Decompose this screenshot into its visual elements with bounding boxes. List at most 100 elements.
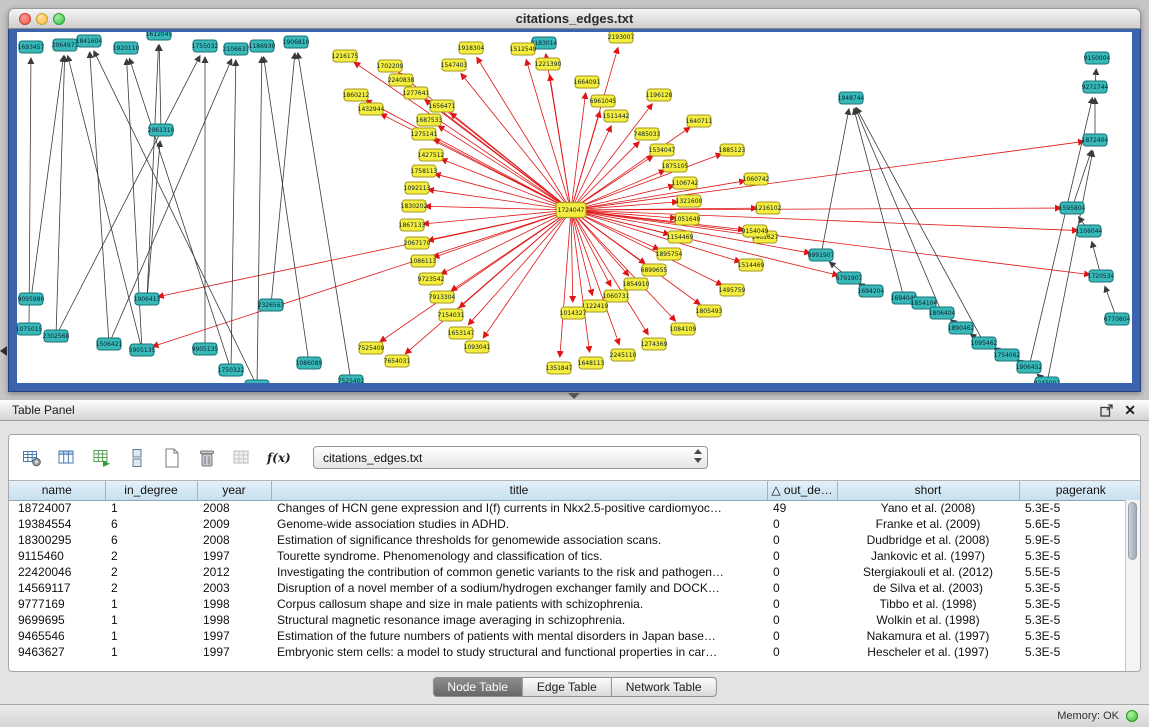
cell-pagerank[interactable]: 5.3E-5 bbox=[1019, 580, 1141, 596]
cell-pagerank[interactable]: 5.9E-5 bbox=[1019, 532, 1141, 548]
graph-node[interactable]: 7913304 bbox=[429, 291, 456, 303]
graph-edge[interactable] bbox=[354, 62, 571, 210]
graph-node[interactable]: 1086113 bbox=[410, 255, 437, 267]
graph-node[interactable]: 1427512 bbox=[418, 149, 445, 161]
graph-node[interactable]: 1277641 bbox=[403, 87, 430, 99]
cell-short[interactable]: de Silva et al. (2003) bbox=[837, 580, 1019, 596]
cell-in_degree[interactable]: 1 bbox=[105, 596, 197, 612]
float-panel-icon[interactable] bbox=[1100, 404, 1113, 417]
cell-title[interactable]: Disruption of a novel member of a sodium… bbox=[271, 580, 767, 596]
cell-short[interactable]: Stergiakouli et al. (2012) bbox=[837, 564, 1019, 580]
graph-node[interactable]: 1806404 bbox=[929, 307, 956, 319]
cell-title[interactable]: Investigating the contribution of common… bbox=[271, 564, 767, 580]
cell-pagerank[interactable]: 5.3E-5 bbox=[1019, 596, 1141, 612]
graph-node[interactable]: 2302568 bbox=[43, 330, 70, 342]
graph-node[interactable]: 7654031 bbox=[384, 355, 411, 367]
graph-node[interactable]: 1495759 bbox=[719, 284, 746, 296]
cell-out_degree[interactable]: 0 bbox=[767, 548, 837, 564]
graph-edge[interactable] bbox=[571, 93, 586, 210]
cell-pagerank[interactable]: 5.3E-5 bbox=[1019, 628, 1141, 644]
table-row[interactable]: 1830029562008Estimation of significance … bbox=[9, 532, 1141, 548]
cell-pagerank[interactable]: 5.6E-5 bbox=[1019, 516, 1141, 532]
graph-edge[interactable] bbox=[29, 58, 31, 329]
cell-in_degree[interactable]: 6 bbox=[105, 516, 197, 532]
graph-edge[interactable] bbox=[425, 100, 571, 210]
cell-year[interactable]: 1997 bbox=[197, 644, 271, 660]
graph-node[interactable]: 7525409 bbox=[358, 342, 385, 354]
cell-pagerank[interactable]: 5.5E-5 bbox=[1019, 564, 1141, 580]
graph-node[interactable]: 1093041 bbox=[464, 341, 491, 353]
close-panel-icon[interactable]: ✕ bbox=[1124, 400, 1136, 420]
cell-year[interactable]: 1997 bbox=[197, 628, 271, 644]
cell-year[interactable]: 2003 bbox=[197, 580, 271, 596]
graph-node[interactable]: 1885123 bbox=[719, 144, 746, 156]
cell-year[interactable]: 2008 bbox=[197, 500, 271, 516]
graph-node[interactable]: 1664091 bbox=[574, 76, 601, 88]
table-row[interactable]: 1938455462009Genome-wide association stu… bbox=[9, 516, 1141, 532]
graph-node[interactable]: 9095980 bbox=[18, 293, 45, 305]
cell-out_degree[interactable]: 0 bbox=[767, 516, 837, 532]
cell-name[interactable]: 22420046 bbox=[9, 564, 105, 580]
graph-node[interactable]: 6770804 bbox=[1104, 313, 1131, 325]
network-window-titlebar[interactable]: citations_edges.txt bbox=[8, 8, 1141, 29]
graph-node[interactable]: 9150004 bbox=[1084, 52, 1111, 64]
graph-node[interactable]: 1196128 bbox=[646, 89, 673, 101]
merge-table-button-disabled[interactable] bbox=[229, 445, 255, 471]
graph-node[interactable]: 1687533 bbox=[416, 114, 443, 126]
show-columns-button[interactable] bbox=[54, 445, 80, 471]
graph-edge[interactable] bbox=[298, 53, 351, 381]
graph-edge[interactable] bbox=[438, 126, 571, 210]
graph-node[interactable]: 1595804 bbox=[1059, 202, 1086, 214]
graph-node[interactable]: 1890462 bbox=[948, 322, 975, 334]
graph-edge[interactable] bbox=[264, 57, 309, 363]
cell-title[interactable]: Tourette syndrome. Phenomenology and cla… bbox=[271, 548, 767, 564]
graph-edge[interactable] bbox=[526, 60, 571, 210]
cell-name[interactable]: 9777169 bbox=[9, 596, 105, 612]
cell-title[interactable]: Corpus callosum shape and size in male p… bbox=[271, 596, 767, 612]
new-table-button[interactable] bbox=[159, 445, 185, 471]
cell-name[interactable]: 19384554 bbox=[9, 516, 105, 532]
graph-node[interactable]: 1694204 bbox=[858, 285, 885, 297]
graph-node[interactable]: 1693457 bbox=[18, 41, 45, 53]
graph-node[interactable]: 1860212 bbox=[343, 89, 370, 101]
cell-name[interactable]: 14569117 bbox=[9, 580, 105, 596]
cell-title[interactable]: Estimation of the future numbers of pati… bbox=[271, 628, 767, 644]
cell-out_degree[interactable]: 0 bbox=[767, 580, 837, 596]
row-height-button[interactable] bbox=[124, 445, 150, 471]
cell-short[interactable]: Franke et al. (2009) bbox=[837, 516, 1019, 532]
graph-node[interactable]: 1854910 bbox=[623, 278, 650, 290]
cell-pagerank[interactable]: 5.3E-5 bbox=[1019, 548, 1141, 564]
graph-node[interactable]: 1640711 bbox=[686, 115, 713, 127]
cell-year[interactable]: 1997 bbox=[197, 548, 271, 564]
graph-node[interactable]: 1895754 bbox=[656, 248, 683, 260]
cell-year[interactable]: 2009 bbox=[197, 516, 271, 532]
graph-node[interactable]: 7154031 bbox=[438, 309, 465, 321]
cell-out_degree[interactable]: 49 bbox=[767, 500, 837, 516]
graph-node[interactable]: 6899655 bbox=[641, 264, 668, 276]
graph-node[interactable]: 1154469 bbox=[667, 231, 694, 243]
close-traffic-light-icon[interactable] bbox=[19, 13, 31, 25]
graph-node[interactable]: 1060742 bbox=[743, 173, 770, 185]
table-row[interactable]: 946362711997Embryonic stem cells: a mode… bbox=[9, 644, 1141, 660]
graph-node[interactable]: 1106742 bbox=[672, 177, 699, 189]
tab-network-table[interactable]: Network Table bbox=[612, 677, 717, 697]
graph-edge[interactable] bbox=[854, 109, 904, 298]
import-table-button[interactable] bbox=[89, 445, 115, 471]
cell-name[interactable]: 9463627 bbox=[9, 644, 105, 660]
cell-year[interactable]: 2008 bbox=[197, 532, 271, 548]
graph-node[interactable]: 1612045 bbox=[146, 32, 173, 40]
table-row[interactable]: 946554611997Estimation of the future num… bbox=[9, 628, 1141, 644]
tab-edge-table[interactable]: Edge Table bbox=[523, 677, 612, 697]
graph-node[interactable]: 1906413 bbox=[134, 293, 161, 305]
table-row[interactable]: 1456911722003Disruption of a novel membe… bbox=[9, 580, 1141, 596]
cell-pagerank[interactable]: 5.3E-5 bbox=[1019, 500, 1141, 516]
west-panel-collapse-arrow-icon[interactable] bbox=[0, 346, 7, 356]
cell-in_degree[interactable]: 1 bbox=[105, 500, 197, 516]
graph-node[interactable]: 2326563 bbox=[258, 299, 285, 311]
graph-edge[interactable] bbox=[127, 59, 142, 350]
cell-title[interactable]: Estimation of significance thresholds fo… bbox=[271, 532, 767, 548]
graph-node[interactable]: 1086089 bbox=[296, 357, 323, 369]
graph-node[interactable]: 1830202 bbox=[401, 200, 428, 212]
cell-in_degree[interactable]: 2 bbox=[105, 580, 197, 596]
graph-node[interactable]: 1702209 bbox=[377, 60, 404, 72]
